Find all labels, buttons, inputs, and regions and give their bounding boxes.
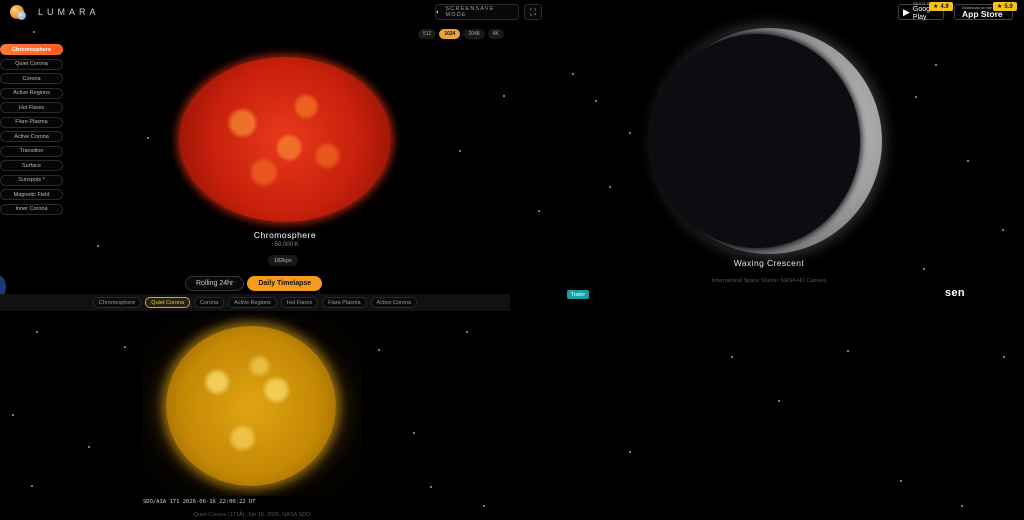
brand-name: LUMARA — [38, 7, 100, 17]
primary-view-temperature: ~50,000 K — [271, 242, 299, 248]
moon-phase-label: Waxing Crescent — [733, 258, 805, 268]
primary-view-title: Chromosphere — [253, 230, 317, 240]
wavelength-inner-corona[interactable]: Inner Corona — [0, 203, 63, 215]
app-store-rating-value: 5.0 — [1004, 3, 1013, 10]
secondary-wavelength-tabs: Chromosphere Quiet Corona Corona Active … — [0, 294, 510, 311]
fullscreen-button[interactable]: ⛶ — [524, 4, 542, 20]
wavelength-active-corona[interactable]: Active Corona — [0, 131, 63, 142]
google-play-badge[interactable]: ▶ GET IT ON Google Play ★ 4.9 — [898, 2, 953, 21]
top-bar: LUMARA ◐ SCREENSAVE MODE ⛶ ▶ GET IT ON G… — [0, 0, 1024, 24]
secondary-view-caption: Quiet Corona (171Å), Jun 16, 2026, NASA … — [193, 512, 311, 518]
sen-logo[interactable]: sen — [945, 287, 965, 299]
wavelength-flare-plasma[interactable]: Flare Plasma — [0, 116, 63, 128]
wavelength-hot-flares[interactable]: Hot Flares — [0, 102, 63, 113]
resolution-picker: 512 1024 2048 4K — [418, 29, 504, 39]
wavelength-surface[interactable]: Surface — [0, 160, 63, 171]
daily-timelapse-button[interactable]: Daily Timelapse — [247, 276, 323, 291]
moon-icon: ◐ — [436, 8, 442, 16]
brand[interactable]: LUMARA — [10, 5, 100, 20]
wavelength-list: Chromosphere Quiet Corona Corona Active … — [0, 44, 63, 215]
sdo-timestamp: SDO/AIA 171 2026-06-16 22:00:22 UT — [143, 499, 256, 505]
tab-active-regions[interactable]: Active Regions — [228, 297, 277, 308]
quiet-corona-sun-disc — [166, 326, 336, 486]
wavelength-magnetic-field[interactable]: Magnetic Field — [0, 189, 63, 200]
chromosphere-sun-image[interactable] — [179, 57, 391, 222]
resolution-1024[interactable]: 1024 — [439, 29, 461, 39]
app-store-rating: ★ 5.0 — [993, 2, 1017, 11]
google-play-rating: ★ 4.9 — [929, 2, 953, 11]
playback-mode-toggle: Rolling 24hr Daily Timelapse — [185, 276, 323, 291]
rolling-24hr-button[interactable]: Rolling 24hr — [185, 276, 245, 291]
tab-chromosphere[interactable]: Chromosphere — [92, 297, 142, 308]
tab-hot-flares[interactable]: Hot Flares — [280, 297, 319, 308]
tab-flare-plasma[interactable]: Flare Plasma — [322, 297, 367, 308]
wavelength-transition[interactable]: Transition — [0, 145, 63, 157]
quiet-corona-sun-image[interactable] — [142, 313, 362, 496]
moon-shadow — [654, 34, 860, 248]
lumara-logo-icon — [10, 5, 26, 20]
resolution-4k[interactable]: 4K — [487, 29, 504, 39]
screensave-mode-button[interactable]: ◐ SCREENSAVE MODE — [435, 4, 519, 20]
iss-caption: International Space Station: NASA HD Cam… — [711, 278, 827, 284]
moon-image[interactable] — [654, 28, 882, 254]
wavelength-sunspots[interactable]: Sunspots * — [0, 174, 63, 186]
trailer-badge[interactable]: Trailer — [567, 290, 589, 299]
resolution-512[interactable]: 512 — [418, 29, 437, 39]
tab-quiet-corona[interactable]: Quiet Corona — [145, 297, 191, 308]
wavelength-quiet-corona[interactable]: Quiet Corona — [0, 58, 63, 70]
wavelength-chromosphere[interactable]: Chromosphere — [0, 44, 63, 55]
app-store-label: App Store — [962, 9, 1003, 19]
screensave-label: SCREENSAVE MODE — [445, 6, 495, 18]
wavelength-corona[interactable]: Corona — [0, 73, 63, 84]
resolution-2048[interactable]: 2048 — [463, 29, 485, 39]
tab-active-corona[interactable]: Active Corona — [370, 297, 418, 308]
google-play-rating-value: 4.9 — [940, 3, 949, 10]
image-size-badge: 182kpx — [268, 255, 298, 266]
app-store-badge[interactable]: Download on the App Store ★ 5.0 — [954, 2, 1017, 20]
wavelength-active-regions[interactable]: Active Regions — [0, 87, 63, 99]
tab-corona[interactable]: Corona — [194, 297, 225, 308]
google-play-icon: ▶ — [903, 6, 910, 17]
fullscreen-icon: ⛶ — [529, 6, 537, 17]
